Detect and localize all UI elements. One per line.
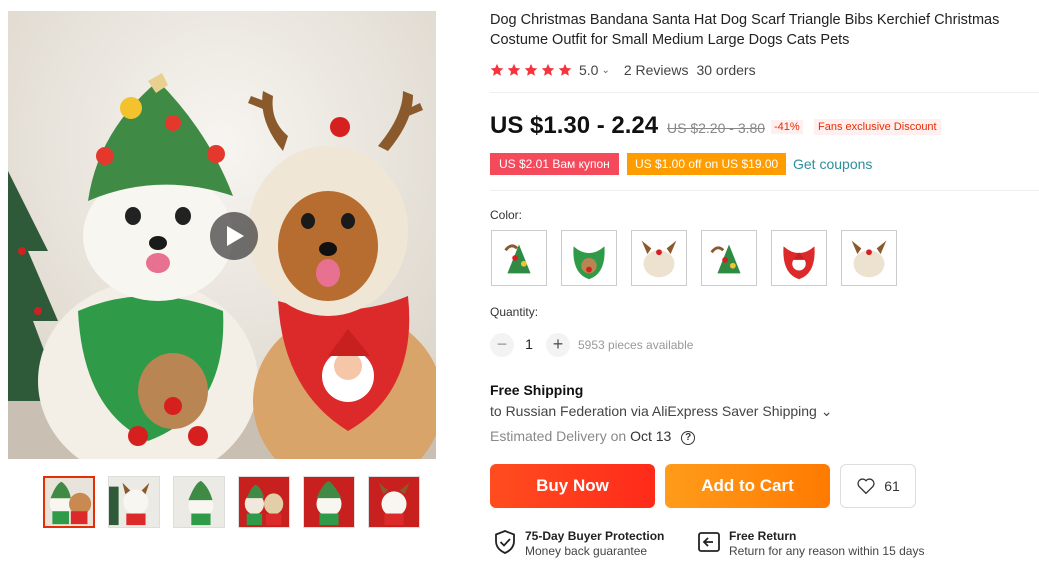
star-icon: [541, 63, 555, 76]
heart-icon: [857, 478, 875, 495]
buyer-protection-subtitle: Money back guarantee: [525, 544, 648, 558]
add-to-cart-button[interactable]: Add to Cart: [665, 464, 830, 508]
fans-discount-badge: Fans exclusive Discount: [814, 119, 941, 135]
original-price: US $2.20 - 3.80: [667, 120, 766, 136]
current-price: US $1.30 - 2.24: [490, 112, 659, 139]
rating-value: 5.0: [579, 62, 599, 78]
divider: [490, 92, 1039, 93]
quantity-decrease-button[interactable]: −: [490, 333, 514, 357]
shipping-method-selector[interactable]: to Russian Federation via AliExpress Sav…: [490, 403, 832, 420]
get-coupons-link[interactable]: Get coupons: [793, 156, 872, 172]
play-video-button[interactable]: [210, 212, 258, 260]
wishlist-button[interactable]: 61: [840, 464, 916, 508]
thumbnail-3[interactable]: [173, 476, 225, 528]
star-icon: [558, 63, 572, 76]
shield-icon: [494, 530, 516, 559]
wishlist-count: 61: [884, 478, 900, 494]
shipping-title: Free Shipping: [490, 382, 584, 398]
reviews-link[interactable]: 2 Reviews: [624, 62, 689, 78]
orders-count: 30 orders: [696, 62, 756, 78]
help-icon[interactable]: ?: [681, 431, 696, 445]
free-return-subtitle: Return for any reason within 15 days: [729, 544, 925, 558]
rating-row: 5.0 ⌄ 2 Reviews 30 orders: [490, 61, 756, 79]
divider: [490, 190, 1039, 191]
color-option-5[interactable]: [771, 230, 827, 286]
thumbnail-5[interactable]: [303, 476, 355, 528]
coupon-select[interactable]: US $1.00 off on US $19.00: [627, 153, 787, 175]
quantity-input[interactable]: 1: [518, 336, 540, 352]
discount-badge: -41%: [771, 120, 803, 134]
color-option-6[interactable]: [841, 230, 897, 286]
star-icon: [490, 63, 504, 76]
quantity-increase-button[interactable]: +: [546, 333, 570, 357]
thumbnail-1[interactable]: [43, 476, 95, 528]
color-option-4[interactable]: [701, 230, 757, 286]
buyer-protection-title: 75-Day Buyer Protection: [525, 529, 665, 543]
free-return-title: Free Return: [729, 529, 797, 543]
thumbnail-4[interactable]: [238, 476, 290, 528]
return-icon: [697, 531, 721, 558]
thumbnail-2[interactable]: [108, 476, 160, 528]
color-option-1[interactable]: [491, 230, 547, 286]
star-icon: [507, 63, 521, 76]
product-title: Dog Christmas Bandana Santa Hat Dog Scar…: [490, 12, 1000, 48]
star-icon: [524, 63, 538, 76]
rating-caret-icon[interactable]: ⌄: [601, 65, 609, 76]
thumbnail-6[interactable]: [368, 476, 420, 528]
color-option-3[interactable]: [631, 230, 687, 286]
color-label: Color:: [490, 208, 523, 222]
pieces-available: 5953 pieces available: [578, 338, 694, 352]
estimated-delivery: Estimated Delivery on Oct 13 ?: [490, 428, 696, 445]
coupon-store[interactable]: US $2.01 Вам купон: [490, 153, 619, 175]
buy-now-button[interactable]: Buy Now: [490, 464, 655, 508]
estimated-delivery-label: Estimated Delivery on: [490, 428, 627, 444]
quantity-label: Quantity:: [490, 305, 539, 319]
estimated-delivery-date: Oct 13: [630, 428, 672, 444]
color-option-2[interactable]: [561, 230, 617, 286]
play-icon: [227, 226, 244, 246]
